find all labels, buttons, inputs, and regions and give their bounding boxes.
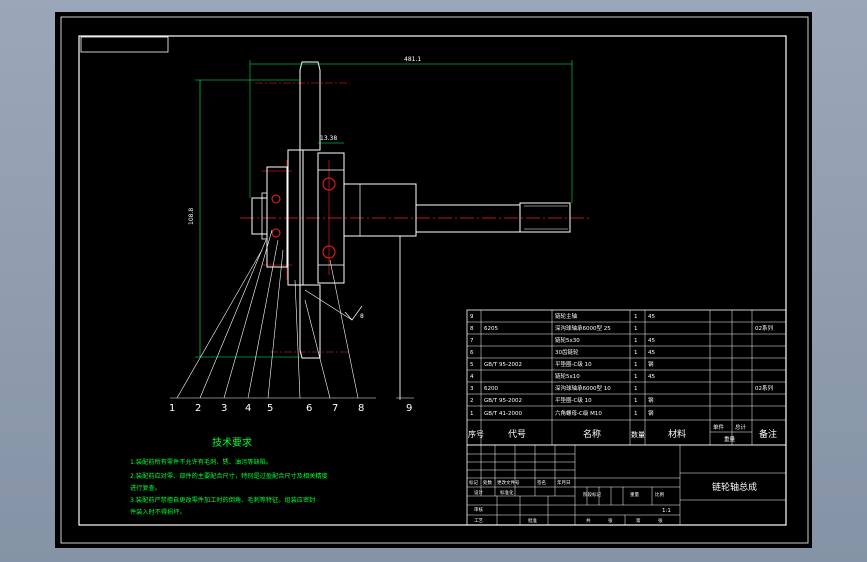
part-name: 六角螺母-C级 M10 bbox=[555, 409, 602, 417]
part-no: 9 bbox=[470, 314, 474, 320]
tb-sheet-unit: 张 bbox=[658, 517, 663, 524]
tech-heading: 技术要求 bbox=[212, 436, 252, 449]
tb-standard: 标准化 bbox=[500, 489, 514, 496]
part-name: 链轮5x30 bbox=[555, 336, 580, 344]
part-code: GB/T 95-2002 bbox=[484, 398, 522, 404]
part-code: 6205 bbox=[484, 326, 498, 332]
header-weight: 重量 bbox=[724, 435, 736, 443]
part-no: 7 bbox=[470, 338, 474, 344]
part-no: 6 bbox=[470, 350, 474, 356]
part-remark: 02系列 bbox=[755, 384, 773, 392]
roughness-value: 8 bbox=[360, 313, 364, 320]
part-qty: 1 bbox=[634, 411, 638, 417]
header-code: 代号 bbox=[508, 429, 526, 440]
balloon-4: 4 bbox=[245, 403, 251, 414]
tech-line-2: 2.装配前应对零、部件的主要配合尺寸，特别是过盈配合尺寸及相关精度 bbox=[130, 472, 328, 480]
tb-sign: 签名 bbox=[537, 479, 546, 486]
part-code: 6200 bbox=[484, 386, 498, 392]
balloon-3: 3 bbox=[221, 403, 227, 414]
balloon-1: 1 bbox=[169, 403, 175, 414]
part-name: 链轮5x10 bbox=[555, 372, 580, 380]
header-total: 总计 bbox=[735, 423, 747, 431]
part-no: 2 bbox=[470, 398, 474, 404]
part-no: 3 bbox=[470, 386, 474, 392]
part-material: 钢 bbox=[648, 396, 654, 404]
tb-process: 工艺 bbox=[474, 518, 483, 524]
tb-mark: 标记 bbox=[469, 479, 478, 486]
part-material: 45 bbox=[648, 338, 655, 344]
tb-sheets: 共 bbox=[586, 517, 591, 524]
tb-designer: 设计 bbox=[474, 489, 483, 496]
tb-weight: 重量 bbox=[630, 491, 639, 498]
dim-height: 108.8 bbox=[188, 208, 195, 225]
drawing-title: 链轮轴总成 bbox=[712, 481, 757, 493]
part-name: 30齿链轮 bbox=[555, 348, 579, 356]
drawing-canvas bbox=[55, 12, 812, 548]
tb-stage: 阶段标记 bbox=[583, 491, 601, 498]
part-code: GB/T 41-2000 bbox=[484, 411, 522, 417]
tb-sheet: 张 bbox=[608, 517, 613, 524]
balloon-8: 8 bbox=[358, 403, 364, 414]
tech-line-1: 1.装配前所有零件不允许有毛刺、锈、油污等缺陷。 bbox=[130, 458, 272, 466]
part-qty: 1 bbox=[634, 314, 638, 320]
drawing-viewport[interactable]: 481.1 108.8 13.38 8 1 2 3 4 5 6 7 8 9 技术… bbox=[0, 0, 867, 562]
part-qty: 1 bbox=[634, 350, 638, 356]
balloon-7: 7 bbox=[332, 403, 338, 414]
balloon-9: 9 bbox=[406, 403, 412, 414]
part-qty: 1 bbox=[634, 386, 638, 392]
part-material: 45 bbox=[648, 314, 655, 320]
tb-approve: 批准 bbox=[528, 517, 537, 524]
balloon-5: 5 bbox=[267, 403, 273, 414]
part-name: 平垫圈-C级 10 bbox=[555, 360, 592, 368]
part-qty: 1 bbox=[634, 338, 638, 344]
part-material: 钢 bbox=[648, 360, 654, 368]
part-no: 5 bbox=[470, 362, 474, 368]
part-name: 深沟球轴承6000型 10 bbox=[555, 384, 611, 392]
tb-scale-label: 比例 bbox=[655, 491, 664, 498]
part-code: GB/T 95-2002 bbox=[484, 362, 522, 368]
tb-scale: 1:1 bbox=[662, 508, 671, 514]
part-qty: 1 bbox=[634, 374, 638, 380]
header-no: 序号 bbox=[468, 429, 484, 439]
tb-review: 审核 bbox=[474, 506, 483, 513]
part-name: 平垫圈-C级 10 bbox=[555, 396, 592, 404]
part-qty: 1 bbox=[634, 326, 638, 332]
part-remark: 02系列 bbox=[755, 324, 773, 332]
part-material: 45 bbox=[648, 350, 655, 356]
part-material: 45 bbox=[648, 374, 655, 380]
header-material: 材料 bbox=[668, 428, 686, 440]
tb-sheet-of: 第 bbox=[636, 517, 641, 524]
header-remark: 备注 bbox=[759, 428, 777, 440]
dim-sprocket-width: 13.38 bbox=[320, 135, 337, 142]
dim-overall-length: 481.1 bbox=[404, 56, 421, 63]
tech-line-4: 3.装配前严禁擅自更改零件加工时的倒角、毛刺等特征。组装应密封 bbox=[130, 496, 315, 504]
tb-change: 更改文件号 bbox=[497, 479, 520, 486]
tech-line-3: 进行复查。 bbox=[130, 484, 161, 492]
header-name: 名称 bbox=[583, 428, 601, 440]
part-no: 1 bbox=[470, 411, 474, 417]
header-qty: 数量 bbox=[631, 430, 645, 439]
balloon-2: 2 bbox=[195, 403, 201, 414]
tb-date: 年月日 bbox=[557, 479, 571, 486]
part-qty: 1 bbox=[634, 398, 638, 404]
part-name: 深沟球轴承6000型 25 bbox=[555, 324, 611, 332]
part-no: 4 bbox=[470, 374, 474, 380]
balloon-6: 6 bbox=[306, 403, 312, 414]
header-unit: 单件 bbox=[713, 423, 725, 431]
tb-count: 处数 bbox=[483, 479, 492, 486]
part-material: 钢 bbox=[648, 409, 654, 417]
part-no: 8 bbox=[470, 326, 474, 332]
part-qty: 1 bbox=[634, 362, 638, 368]
part-name: 链轮主轴 bbox=[555, 312, 578, 320]
tech-line-5: 件装入时不得损坏。 bbox=[130, 508, 186, 516]
